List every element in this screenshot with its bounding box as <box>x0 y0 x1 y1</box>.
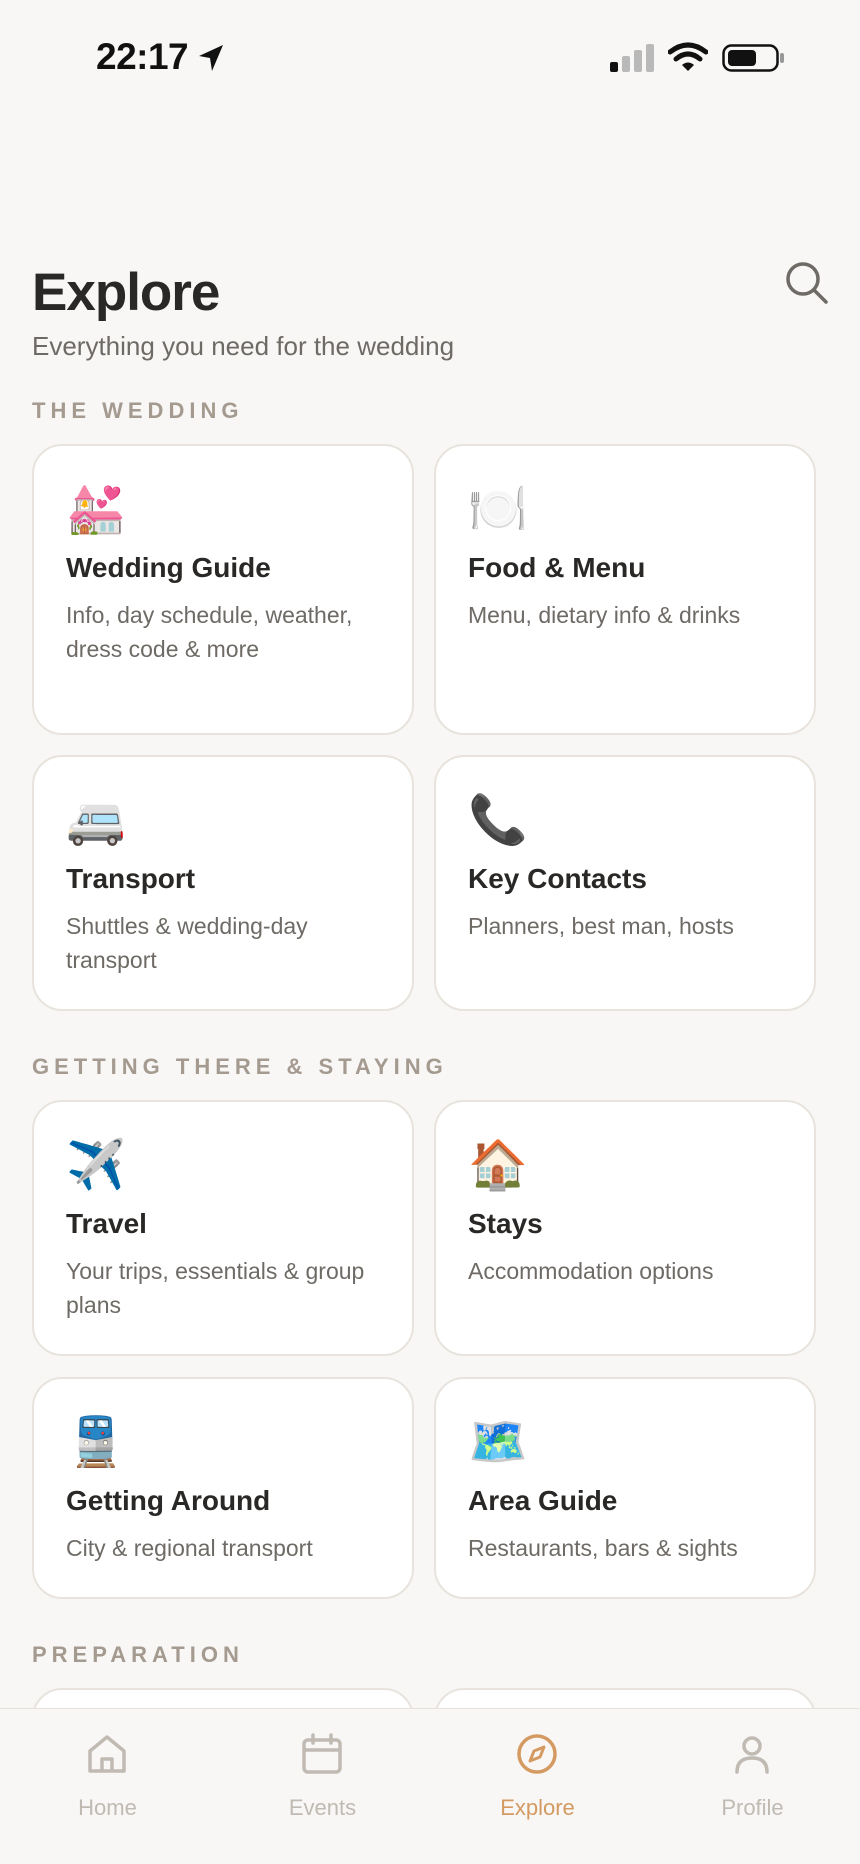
card-description: Accommodation options <box>468 1258 714 1284</box>
card-area-guide[interactable]: 🗺️ Area Guide Restaurants, bars & sights <box>434 1377 816 1599</box>
card-title: Transport <box>66 863 196 894</box>
bottom-nav: Home Events Explore Profile <box>0 1708 860 1864</box>
card-title: Getting Around <box>66 1485 271 1516</box>
status-bar: 22:17 <box>0 0 860 116</box>
airplane-icon: ✈️ <box>66 1137 126 1193</box>
calendar-icon <box>302 1733 342 1774</box>
card-key-contacts[interactable]: 📞 Key Contacts Planners, best man, hosts <box>434 755 816 1011</box>
home-icon <box>88 1735 126 1773</box>
house-icon: 🏠 <box>468 1137 528 1193</box>
plate-icon: 🍽️ <box>468 481 528 537</box>
nav-item-events[interactable]: Events <box>215 1709 430 1864</box>
card-title: Food & Menu <box>468 552 646 583</box>
card-description: Planners, best man, hosts <box>468 913 734 939</box>
wifi-icon <box>668 42 708 71</box>
card-description: Info, day schedule, weather, dress code … <box>66 602 353 662</box>
card-description: Restaurants, bars & sights <box>468 1535 738 1561</box>
location-arrow-icon <box>199 45 223 71</box>
card-stays[interactable]: 🏠 Stays Accommodation options <box>434 1100 816 1356</box>
card-description: Your trips, essentials & group plans <box>66 1258 365 1318</box>
train-icon: 🚆 <box>66 1414 126 1470</box>
page-subtitle: Everything you need for the wedding <box>32 331 455 361</box>
section-title-preparation: PREPARATION <box>32 1642 244 1667</box>
map-icon: 🗺️ <box>468 1414 528 1470</box>
card-title: Travel <box>66 1208 147 1239</box>
nav-label-explore: Explore <box>500 1795 575 1820</box>
card-travel[interactable]: ✈️ Travel Your trips, essentials & group… <box>32 1100 414 1356</box>
cellular-signal-icon <box>610 44 654 72</box>
card-description: Menu, dietary info & drinks <box>468 602 741 628</box>
nav-label-home: Home <box>78 1795 137 1820</box>
compass-icon <box>517 1734 557 1774</box>
card-food-menu[interactable]: 🍽️ Food & Menu Menu, dietary info & drin… <box>434 444 816 735</box>
wedding-icon: 💒 <box>66 481 126 537</box>
person-icon <box>735 1736 769 1774</box>
phone-icon: 📞 <box>468 792 528 848</box>
page-title: Explore <box>32 263 220 322</box>
search-icon[interactable] <box>782 258 830 306</box>
card-transport[interactable]: 🚐 Transport Shuttles & wedding-day trans… <box>32 755 414 1011</box>
card-title: Wedding Guide <box>66 552 271 583</box>
section-title-the-wedding: THE WEDDING <box>32 398 244 423</box>
nav-item-home[interactable]: Home <box>0 1709 215 1864</box>
battery-icon <box>722 44 784 72</box>
minibus-icon: 🚐 <box>66 792 126 848</box>
card-title: Key Contacts <box>468 863 647 894</box>
status-time: 22:17 <box>96 36 189 77</box>
section-title-getting-there: GETTING THERE & STAYING <box>32 1054 448 1079</box>
card-description: City & regional transport <box>66 1535 313 1561</box>
nav-label-events: Events <box>288 1795 357 1820</box>
card-getting-around[interactable]: 🚆 Getting Around City & regional transpo… <box>32 1377 414 1599</box>
card-title: Stays <box>468 1208 543 1239</box>
nav-item-explore[interactable]: Explore <box>430 1709 645 1864</box>
card-wedding-guide[interactable]: 💒 Wedding Guide Info, day schedule, weat… <box>32 444 414 735</box>
explore-screen: 22:17 Explore Everything you need for th… <box>0 0 860 1864</box>
nav-item-profile[interactable]: Profile <box>645 1709 860 1864</box>
nav-label-profile: Profile <box>721 1795 784 1820</box>
card-description: Shuttles & wedding-day transport <box>66 913 308 973</box>
card-title: Area Guide <box>468 1485 618 1516</box>
